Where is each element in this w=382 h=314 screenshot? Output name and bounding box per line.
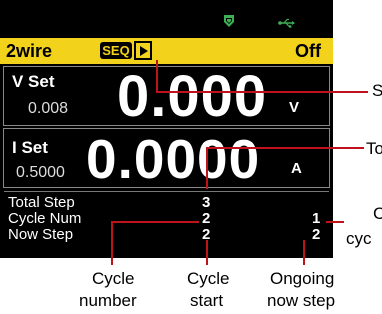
shield-icon [224,15,234,27]
callout-line [156,60,158,93]
callout-line [111,221,113,265]
callout-line [303,240,305,265]
status-bar: 2wire [0,38,333,64]
callout-label: S [372,81,382,100]
callout-label: To [366,139,382,158]
bottom-label-cycle-number-1: Cycle [92,269,135,288]
callout-line [326,221,344,223]
current-unit: A [291,160,302,177]
bottom-label-ongoing-1: Ongoing [270,269,335,288]
voltage-unit: V [289,99,300,116]
current-reading: 0.0000 [86,128,261,190]
callout-line [206,147,364,149]
callout-line [156,91,368,93]
bottom-label-ongoing-2: now step [267,291,336,310]
callout-line [111,221,199,223]
cycle-num-label: Cycle Num [8,210,82,227]
usb-icon [278,18,295,28]
top-icon-bar [0,0,333,38]
callout-line [206,240,208,265]
seq-badge: SEQ [100,42,132,59]
instrument-display: 2wire SEQ Off V Set 0.008 0.000 V I Set … [0,0,333,258]
now-step-label: Now Step [8,226,74,243]
bottom-label-cycle-number-2: number [79,291,137,310]
bottom-label-cycle-start-2: start [190,291,224,310]
callout-label: cyc [346,229,372,248]
sequence-divider [4,191,329,192]
voltage-reading: 0.000 [117,64,268,129]
now-step-current: 2 [312,226,321,243]
voltage-set-value[interactable]: 0.008 [28,100,68,118]
bottom-label-cycle-start-1: Cycle [187,269,230,288]
cycle-num-value: 2 [202,210,211,227]
sense-mode-label: 2wire [6,41,53,61]
total-step-label: Total Step [8,194,75,211]
callout-label: C [373,204,382,223]
output-state: Off [295,41,321,61]
current-set-label: I Set [12,138,48,157]
current-set-value[interactable]: 0.5000 [16,164,65,182]
callout-line [206,147,208,189]
cycle-num-remaining: 1 [312,210,321,227]
total-step-value: 3 [202,194,211,211]
voltage-set-label: V Set [12,72,55,91]
play-icon[interactable] [134,41,152,60]
